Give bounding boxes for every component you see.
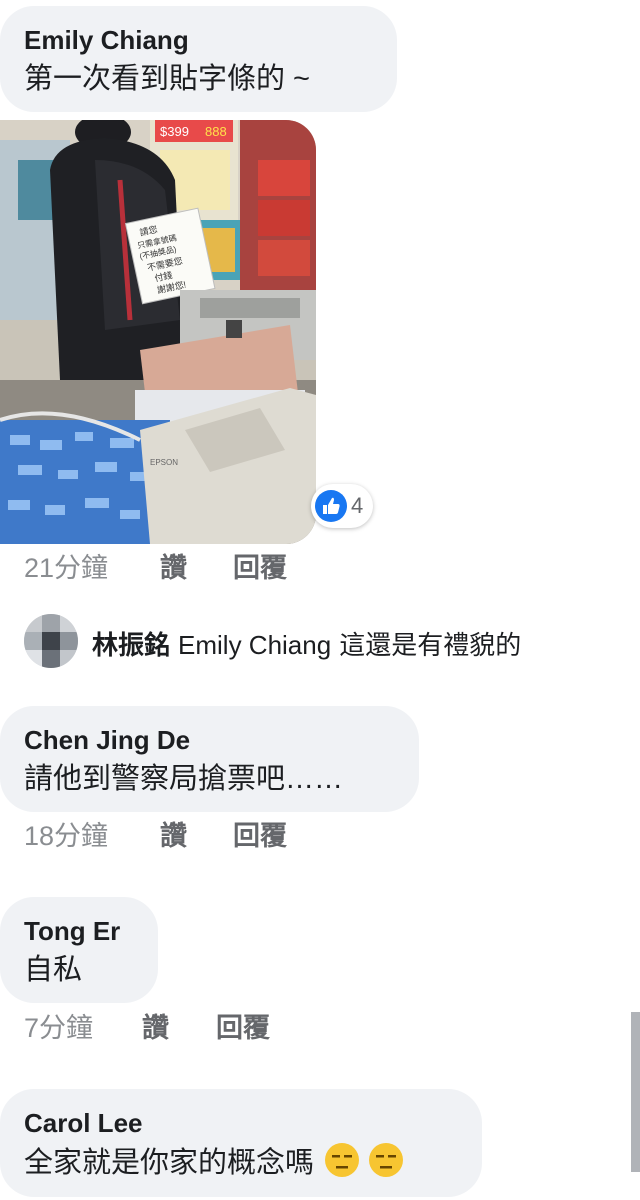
comment-meta: 21分鐘 讚 回覆: [24, 551, 324, 585]
reply-comment: 林振銘 Emily Chiang 這還是有禮貌的: [92, 627, 521, 663]
reply-button[interactable]: 回覆: [216, 1011, 270, 1045]
comments-page: Emily Chiang 第一次看到貼字條的 ~ $399 888 請您 只需拿…: [0, 0, 640, 1200]
comment-text: 全家就是你家的概念嗎: [24, 1147, 315, 1179]
comment-author[interactable]: Chen Jing De: [24, 724, 395, 756]
printer-brand: EPSON: [150, 458, 178, 467]
comment-timestamp[interactable]: 18分鐘: [24, 819, 108, 853]
comment-text: 第一次看到貼字條的 ~: [24, 63, 310, 95]
thumbs-up-icon: [315, 490, 347, 522]
reply-author[interactable]: 林振銘: [92, 630, 170, 660]
avatar[interactable]: [24, 614, 78, 668]
comment-bubble[interactable]: Chen Jing De 請他到警察局搶票吧……: [0, 706, 419, 812]
comment-text: 自私: [24, 954, 83, 986]
photo-image: $399 888 請您 只需拿號碼 (不抽獎品) 不需要您 付錢 謝謝您! EP…: [0, 120, 316, 544]
comment-meta: 18分鐘 讚 回覆: [24, 819, 324, 853]
like-button[interactable]: 讚: [160, 551, 187, 585]
comment-author[interactable]: Tong Er: [24, 915, 134, 947]
poster-price-2: 888: [205, 124, 227, 139]
comment-timestamp[interactable]: 7分鐘: [24, 1011, 93, 1045]
reply-button[interactable]: 回覆: [233, 551, 287, 585]
comment-author[interactable]: Carol Lee: [24, 1107, 458, 1139]
like-button[interactable]: 讚: [142, 1011, 169, 1045]
reply-mention[interactable]: Emily Chiang: [178, 630, 331, 660]
comment-bubble[interactable]: Tong Er 自私: [0, 897, 158, 1003]
reaction-summary[interactable]: 4: [311, 484, 373, 528]
reply-text: 這還是有禮貌的: [339, 630, 522, 660]
reply-button[interactable]: 回覆: [233, 819, 287, 853]
expressionless-face-icon: [368, 1142, 404, 1189]
scrollbar[interactable]: [631, 1012, 640, 1172]
expressionless-face-icon: [324, 1142, 360, 1189]
comment-photo[interactable]: $399 888 請您 只需拿號碼 (不抽獎品) 不需要您 付錢 謝謝您! EP…: [0, 120, 316, 544]
comment-text-row: 全家就是你家的概念嗎: [24, 1142, 458, 1189]
comment-bubble[interactable]: Emily Chiang 第一次看到貼字條的 ~: [0, 6, 397, 112]
comment-author[interactable]: Emily Chiang: [24, 24, 373, 56]
reaction-count: 4: [351, 493, 364, 518]
poster-price: $399: [160, 124, 189, 139]
comment-text: 請他到警察局搶票吧……: [24, 763, 344, 795]
comment-bubble[interactable]: Carol Lee 全家就是你家的概念嗎: [0, 1089, 482, 1197]
comment-timestamp[interactable]: 21分鐘: [24, 551, 108, 585]
like-button[interactable]: 讚: [160, 819, 187, 853]
comment-meta: 7分鐘 讚 回覆: [24, 1011, 324, 1045]
